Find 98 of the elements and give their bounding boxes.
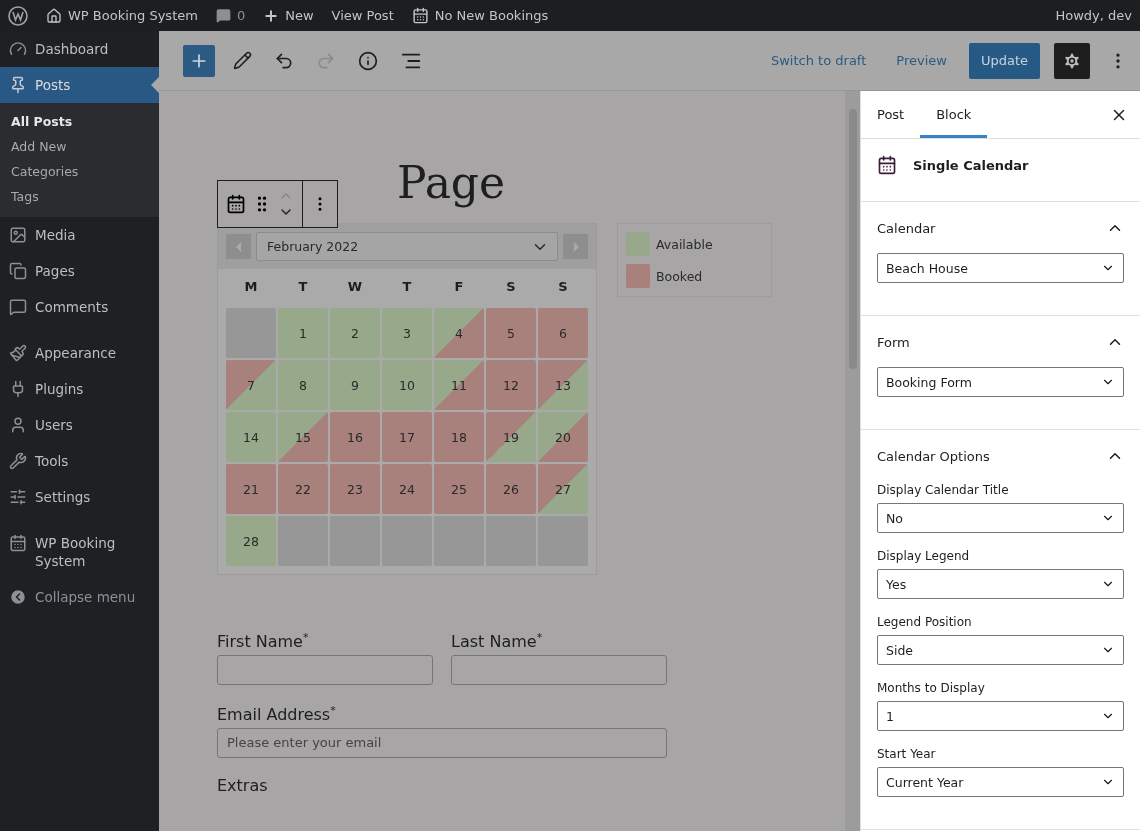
- calendar-day: 20: [538, 412, 588, 462]
- post-title[interactable]: Page: [397, 155, 506, 211]
- select-field[interactable]: No: [877, 503, 1124, 533]
- update-button[interactable]: Update: [968, 42, 1040, 79]
- collapse-icon: [9, 588, 27, 606]
- calendar-day: 14: [226, 412, 276, 462]
- settings-icon[interactable]: [1062, 50, 1082, 71]
- email-field[interactable]: Please enter your email: [217, 727, 667, 758]
- calendar-day: 27: [538, 464, 588, 514]
- calendar-day: 2: [330, 308, 380, 358]
- calendar-icon: [877, 155, 897, 175]
- calendar-day: 26: [486, 464, 536, 514]
- add-block-button[interactable]: [183, 44, 215, 77]
- first-name-field[interactable]: [217, 655, 433, 686]
- option-label: Display Legend: [877, 549, 971, 563]
- calendar-day: 12: [486, 360, 536, 410]
- option-label: Display Calendar Title: [877, 483, 1010, 497]
- comment-count[interactable]: 0: [236, 8, 246, 23]
- menu-item[interactable]: WP Booking System: [0, 525, 159, 579]
- comment-icon[interactable]: [215, 8, 231, 23]
- last-name-field[interactable]: [451, 655, 667, 686]
- home-icon: [46, 7, 62, 24]
- menu-item[interactable]: Appearance: [0, 335, 159, 371]
- calendar-day: 17: [382, 412, 432, 462]
- submenu-item[interactable]: Categories: [0, 159, 159, 184]
- option-label: Months to Display: [877, 681, 986, 695]
- wordpress-logo[interactable]: [8, 5, 28, 26]
- calendar-day: 18: [434, 412, 484, 462]
- user-greeting[interactable]: Howdy, dev: [1055, 8, 1132, 23]
- calendar-day: 23: [330, 464, 380, 514]
- option-label: Legend Position: [877, 615, 973, 629]
- site-link[interactable]: WP Booking System: [46, 7, 198, 24]
- site-name[interactable]: WP Booking System: [68, 8, 198, 23]
- block-name: Single Calendar: [913, 157, 1029, 173]
- sidebar-tab[interactable]: Block: [920, 91, 988, 138]
- field-label: Email Address$^{*}$: [217, 703, 337, 724]
- calendar-day: 11: [434, 360, 484, 410]
- field-label: Last Name$^{*}$: [451, 631, 544, 652]
- select-field[interactable]: 1: [877, 701, 1124, 731]
- select-field[interactable]: Current Year: [877, 767, 1124, 797]
- weekday-label: S: [505, 278, 517, 296]
- calendar-day: 19: [486, 412, 536, 462]
- calendar-icon[interactable]: [226, 194, 246, 214]
- weekday-label: M: [243, 278, 259, 296]
- calendar-day: 10: [382, 360, 432, 410]
- calendar-day: 16: [330, 412, 380, 462]
- calendar-day: 22: [278, 464, 328, 514]
- select-field[interactable]: Beach House: [877, 253, 1124, 283]
- submenu-item[interactable]: Tags: [0, 184, 159, 209]
- weekday-label: F: [453, 278, 465, 296]
- weekday-label: T: [401, 278, 413, 296]
- month-select[interactable]: February 2022: [256, 232, 558, 261]
- calendar-day: 21: [226, 464, 276, 514]
- field-label: First Name$^{*}$: [217, 631, 310, 652]
- new-link[interactable]: New: [285, 8, 314, 23]
- calendar-icon[interactable]: [411, 7, 429, 24]
- calendar-day: 24: [382, 464, 432, 514]
- field-label: Extras: [217, 775, 269, 795]
- calendar-day: 5: [486, 308, 536, 358]
- weekday-label: W: [346, 278, 364, 296]
- menu-item[interactable]: Tools: [0, 443, 159, 479]
- select-field[interactable]: Side: [877, 635, 1124, 665]
- menu-item[interactable]: Plugins: [0, 371, 159, 407]
- calendar-day: 4: [434, 308, 484, 358]
- submenu-item[interactable]: All Posts: [0, 109, 159, 134]
- bookings-link[interactable]: No New Bookings: [434, 8, 549, 23]
- calendar-day: 6: [538, 308, 588, 358]
- calendar-day: 9: [330, 360, 380, 410]
- sidebar-tab[interactable]: Post: [861, 91, 921, 138]
- legend-label: Booked: [656, 268, 703, 284]
- settings-button[interactable]: [1054, 42, 1090, 79]
- panel-section-toggle[interactable]: Calendar: [877, 202, 1124, 253]
- select-field[interactable]: Booking Form: [877, 367, 1124, 397]
- calendar-day: 7: [226, 360, 276, 410]
- calendar-day: 1: [278, 308, 328, 358]
- weekday-label: S: [557, 278, 569, 296]
- calendar-day: 25: [434, 464, 484, 514]
- calendar-day: 15: [278, 412, 328, 462]
- menu-item[interactable]: Media: [0, 217, 159, 253]
- menu-item[interactable]: Users: [0, 407, 159, 443]
- legend-label: Available: [656, 236, 713, 252]
- calendar-day: 8: [278, 360, 328, 410]
- calendar-day: 28: [226, 516, 276, 566]
- option-label: Start Year: [877, 747, 937, 761]
- calendar-day: 3: [382, 308, 432, 358]
- select-field[interactable]: Yes: [877, 569, 1124, 599]
- menu-item[interactable]: Comments: [0, 289, 159, 325]
- menu-item[interactable]: Posts: [0, 67, 159, 103]
- view-post-link[interactable]: View Post: [331, 8, 394, 23]
- submenu-item[interactable]: Add New: [0, 134, 159, 159]
- menu-item[interactable]: Dashboard: [0, 31, 159, 67]
- collapse-menu-button[interactable]: Collapse menu: [0, 579, 159, 615]
- panel-section-toggle[interactable]: Form: [877, 316, 1124, 367]
- menu-item[interactable]: Pages: [0, 253, 159, 289]
- panel-section-toggle[interactable]: Calendar Options: [877, 430, 1124, 481]
- calendar-day: 13: [538, 360, 588, 410]
- weekday-label: T: [297, 278, 309, 296]
- menu-item[interactable]: Settings: [0, 479, 159, 515]
